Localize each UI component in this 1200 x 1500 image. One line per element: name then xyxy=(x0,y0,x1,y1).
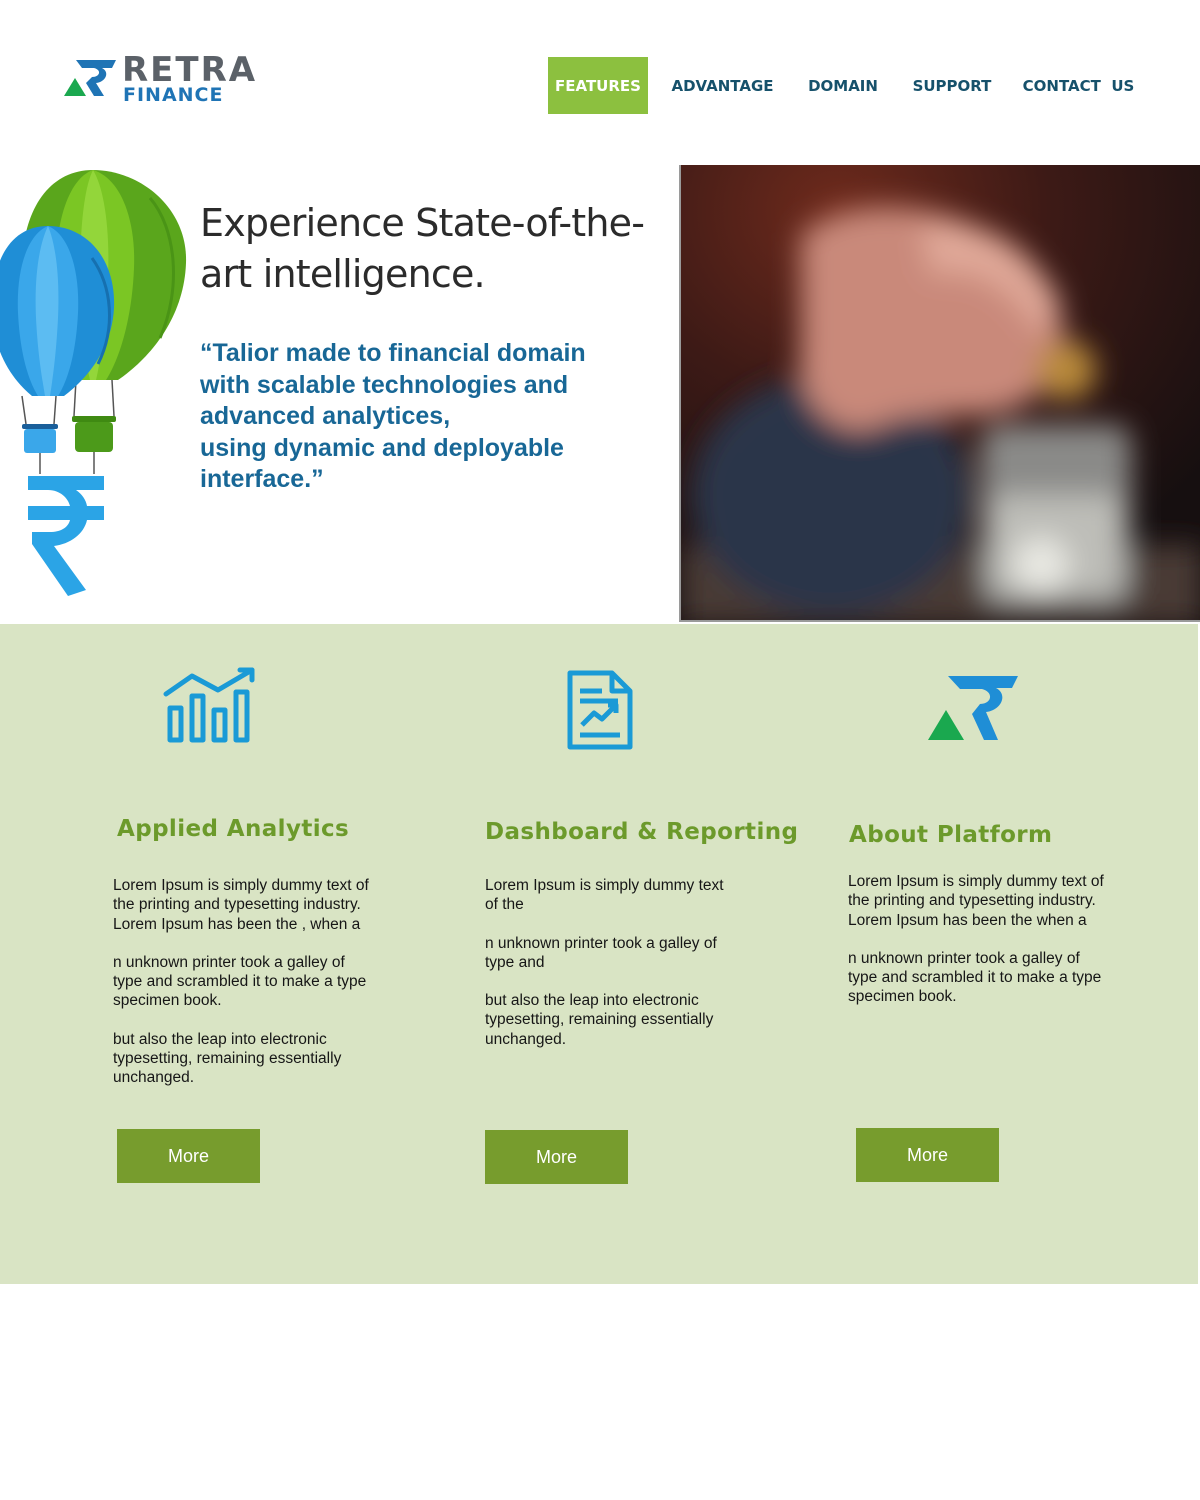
nav-item-features[interactable]: FEATURES xyxy=(548,57,648,114)
feature-paragraph: Lorem Ipsum is simply dummy text of the … xyxy=(848,873,1104,929)
nav-item-domain[interactable]: DOMAIN xyxy=(797,57,889,114)
feature-paragraph: Lorem Ipsum is simply dummy text of the xyxy=(485,877,724,914)
hero-quote-line: using dynamic and deployable xyxy=(200,433,564,462)
feature-body-applied-analytics: Lorem Ipsum is simply dummy text of the … xyxy=(113,876,375,1107)
brand-name-bottom: FINANCE xyxy=(123,84,224,106)
nav-item-contact-us[interactable]: CONTACT US xyxy=(1015,57,1142,114)
hero-quote-line: “Talior made to financial domain xyxy=(200,339,586,367)
feature-title-dashboard-reporting: Dashboard & Reporting xyxy=(485,819,799,845)
bar-chart-growth-icon xyxy=(163,667,255,743)
feature-paragraph: but also the leap into electronic typese… xyxy=(485,992,714,1048)
hero-quote-line: interface.” xyxy=(200,465,324,493)
report-document-icon xyxy=(567,670,633,750)
main-nav: FEATURES ADVANTAGE DOMAIN SUPPORT CONTAC… xyxy=(548,57,1142,114)
more-button-dashboard-reporting[interactable]: More xyxy=(485,1130,628,1184)
retra-logo-icon xyxy=(928,676,1018,740)
feature-paragraph: n unknown printer took a galley of type … xyxy=(848,949,1102,1006)
feature-title-applied-analytics: Applied Analytics xyxy=(117,816,350,842)
feature-title-about-platform: About Platform xyxy=(849,822,1053,848)
nav-item-support[interactable]: SUPPORT xyxy=(889,57,1015,114)
feature-paragraph: but also the leap into electronic typese… xyxy=(113,1030,342,1087)
retra-logo-mark-icon xyxy=(64,60,116,96)
nav-item-advantage[interactable]: ADVANTAGE xyxy=(648,57,797,114)
feature-body-about-platform: Lorem Ipsum is simply dummy text of the … xyxy=(848,872,1110,1026)
feature-body-dashboard-reporting: Lorem Ipsum is simply dummy text of the … xyxy=(485,876,737,1068)
hero-quote-line: with scalable technologies and xyxy=(200,370,569,399)
hero-title: Experience State-of-the-art intelligence… xyxy=(200,201,645,296)
feature-paragraph: Lorem Ipsum is simply dummy text of the … xyxy=(113,877,369,933)
brand-logo[interactable]: RETRA FINANCE xyxy=(62,50,262,110)
features-section: Applied Analytics Lorem Ipsum is simply … xyxy=(0,624,1198,1284)
hero-photo-coin-jar xyxy=(679,165,1200,622)
balloons-illustration xyxy=(0,168,190,605)
feature-paragraph: n unknown printer took a galley of type … xyxy=(485,934,717,971)
hero-quote-line: advanced analytices, xyxy=(200,402,451,430)
more-button-about-platform[interactable]: More xyxy=(856,1128,999,1182)
rupee-icon xyxy=(28,476,104,596)
hero-quote: “Talior made to financial domain with sc… xyxy=(200,338,670,496)
feature-paragraph: n unknown printer took a galley of type … xyxy=(113,953,367,1010)
more-button-applied-analytics[interactable]: More xyxy=(117,1129,260,1183)
